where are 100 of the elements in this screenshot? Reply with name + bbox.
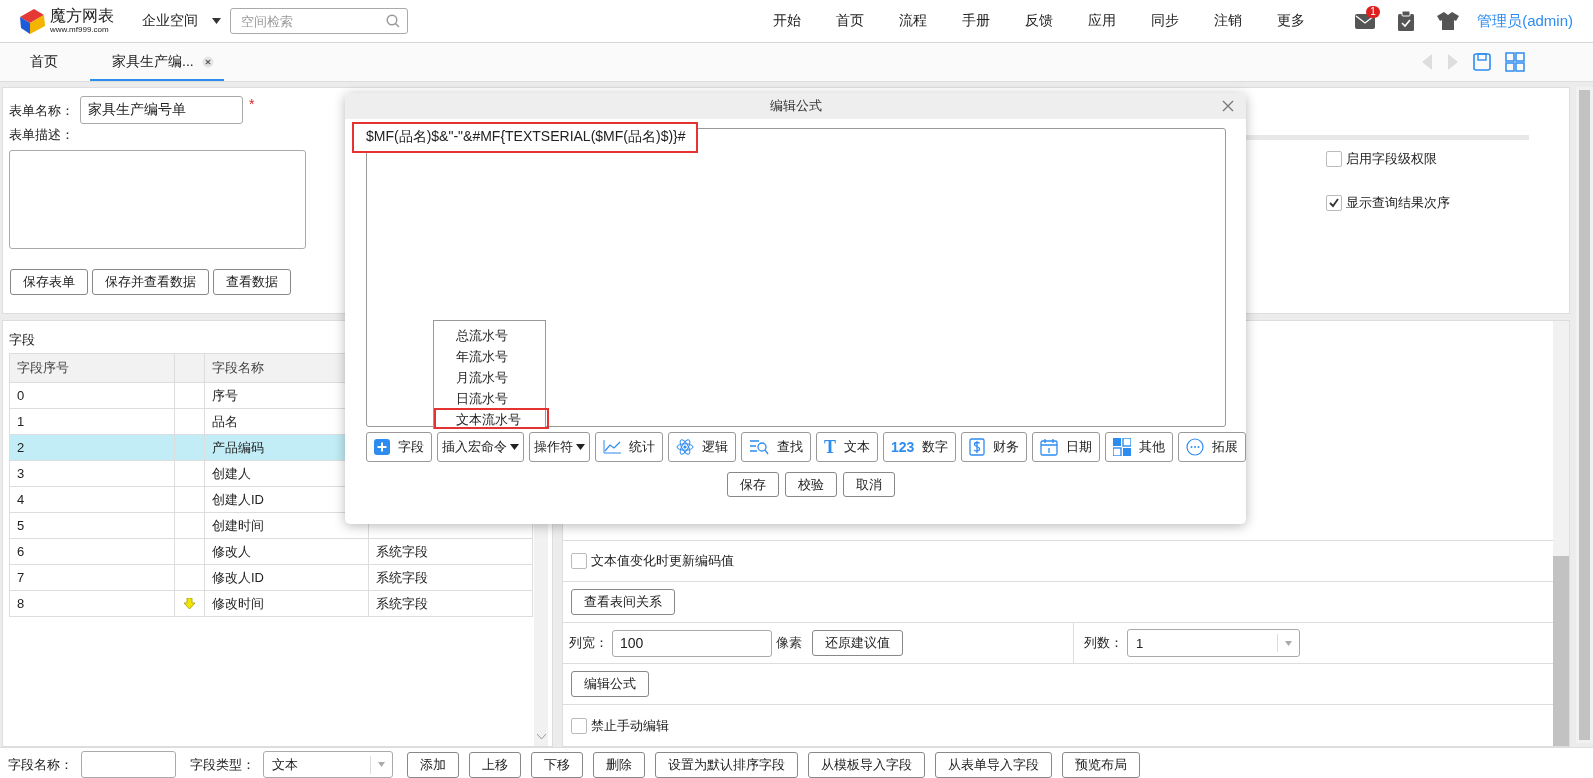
toolbar-button[interactable]: 字段 [366, 432, 432, 462]
menu-item[interactable]: 月流水号 [434, 366, 545, 387]
scrollbar[interactable] [1553, 321, 1569, 746]
button[interactable]: 从模板导入字段 [808, 751, 925, 778]
button[interactable]: 校验 [784, 472, 837, 497]
table-cell: 0 [9, 382, 175, 409]
column-header[interactable]: 字段序号 [9, 353, 175, 383]
unit-label: 像素 [776, 634, 802, 652]
menu-item[interactable]: 日流水号 [434, 387, 545, 408]
button[interactable]: 添加 [407, 751, 459, 778]
field-name-input[interactable] [81, 751, 176, 778]
toolbar-button[interactable]: 插入宏命令 [437, 432, 524, 462]
search-field[interactable]: 空间检索 [230, 8, 408, 34]
nav-link[interactable]: 流程 [881, 12, 945, 30]
toolbar-button[interactable]: T 文本 [816, 432, 878, 462]
toolbar-button[interactable]: 统计 [595, 432, 663, 462]
check-icon [1328, 197, 1340, 209]
button[interactable]: 下移 [531, 751, 583, 778]
field-label: 表单描述： [9, 126, 75, 144]
scrollbar[interactable] [1576, 87, 1593, 743]
form-name-field[interactable]: 家具生产编号单 [80, 96, 243, 124]
field-label: 字段名称： [8, 755, 73, 774]
space-link[interactable]: 企业空间 [142, 12, 198, 30]
toolbar-button[interactable]: 拓展 [1178, 432, 1247, 462]
tab[interactable]: 首页 [8, 43, 80, 81]
nav-link[interactable]: 应用 [1070, 12, 1134, 30]
required-mark: * [249, 96, 255, 112]
caret-icon [378, 762, 385, 767]
nav-link[interactable]: 注销 [1196, 12, 1260, 30]
nav-link[interactable]: 首页 [818, 12, 882, 30]
toolbar-button[interactable]: 查找 [741, 432, 811, 462]
button[interactable]: 预览布局 [1062, 751, 1140, 778]
button[interactable]: 编辑公式 [571, 671, 649, 697]
table-row[interactable]: 6 修改人 系统字段 [9, 538, 533, 565]
toolbar-button[interactable]: 日期 [1032, 432, 1101, 462]
description-field[interactable] [9, 150, 306, 249]
scroll-down-icon[interactable] [536, 734, 546, 740]
table-row[interactable]: 8 修改时间 系统字段 [9, 590, 533, 617]
menu-item[interactable]: 年流水号 [434, 345, 545, 366]
button[interactable]: 设置为默认排序字段 [655, 751, 798, 778]
select-field[interactable]: 1 [1127, 629, 1300, 657]
toolbar-button[interactable]: 其他 [1105, 432, 1174, 462]
formula-editor[interactable] [366, 128, 1226, 427]
close-icon[interactable] [1222, 100, 1234, 112]
field-label: 列数： [1084, 634, 1123, 652]
shirt-icon[interactable] [1437, 12, 1460, 30]
button[interactable]: 删除 [593, 751, 645, 778]
close-icon[interactable] [201, 56, 214, 68]
button[interactable]: 取消 [842, 472, 895, 497]
tab[interactable]: 家具生产编... [90, 43, 224, 81]
layout-icon[interactable] [1505, 52, 1525, 72]
table-cell: 3 [9, 460, 175, 487]
select-field[interactable]: 文本 [263, 751, 393, 778]
nav-link[interactable]: 更多 [1259, 12, 1323, 30]
checkbox[interactable] [1326, 195, 1342, 211]
button[interactable]: 上移 [469, 751, 521, 778]
clipboard-icon[interactable] [1397, 11, 1416, 31]
width-field[interactable]: 100 [612, 629, 772, 657]
menu-item[interactable]: 总流水号 [434, 324, 545, 345]
table-cell: 系统字段 [368, 538, 533, 565]
checkbox[interactable] [571, 717, 587, 734]
toolbar-button[interactable]: 财务 [961, 432, 1028, 462]
caret-icon [212, 18, 221, 24]
logo-name: 魔方网表 [50, 8, 114, 24]
checkbox-label: 显示查询结果次序 [1346, 194, 1450, 212]
button[interactable]: 保存并查看数据 [92, 269, 209, 295]
toolbar-button[interactable]: 123 数字 [883, 432, 957, 462]
toolbar-button[interactable]: 逻辑 [668, 432, 736, 462]
text-icon: T [824, 436, 836, 458]
table-cell: 5 [9, 512, 175, 539]
button[interactable]: 保存表单 [10, 269, 88, 295]
user-link[interactable]: 管理员(admin) [1477, 11, 1573, 31]
menu-item[interactable]: 文本流水号 [434, 408, 549, 429]
nav-link[interactable]: 反馈 [1007, 12, 1071, 30]
find-list-icon [749, 439, 769, 455]
table-row[interactable]: 7 修改人ID 系统字段 [9, 564, 533, 591]
nav-link[interactable]: 开始 [755, 12, 819, 30]
save-icon[interactable] [1473, 53, 1491, 71]
search-icon[interactable] [386, 14, 400, 28]
table-cell: 7 [9, 564, 175, 591]
nav-link[interactable]: 同步 [1133, 12, 1197, 30]
button[interactable]: 从表单导入字段 [935, 751, 1052, 778]
checkbox[interactable] [571, 553, 587, 569]
logo-url: www.mf999.com [50, 26, 110, 34]
button[interactable]: 还原建议值 [812, 630, 903, 656]
toolbar-button[interactable]: 操作符 [529, 432, 590, 462]
checkbox[interactable] [1326, 151, 1342, 167]
table-cell: 系统字段 [368, 564, 533, 591]
logo-icon[interactable] [18, 7, 48, 35]
nav-link[interactable]: 手册 [944, 12, 1008, 30]
button[interactable]: 保存 [726, 472, 779, 497]
table-cell: 系统字段 [368, 590, 533, 617]
button[interactable]: 查看表间关系 [571, 589, 675, 615]
caret-icon [510, 444, 519, 450]
mail-icon[interactable] [1355, 13, 1376, 29]
notification-badge: 1 [1366, 5, 1380, 18]
table-cell: 6 [9, 538, 175, 565]
button-label: 其他 [1139, 438, 1166, 456]
button[interactable]: 查看数据 [213, 269, 291, 295]
button-label: 拓展 [1212, 438, 1239, 456]
